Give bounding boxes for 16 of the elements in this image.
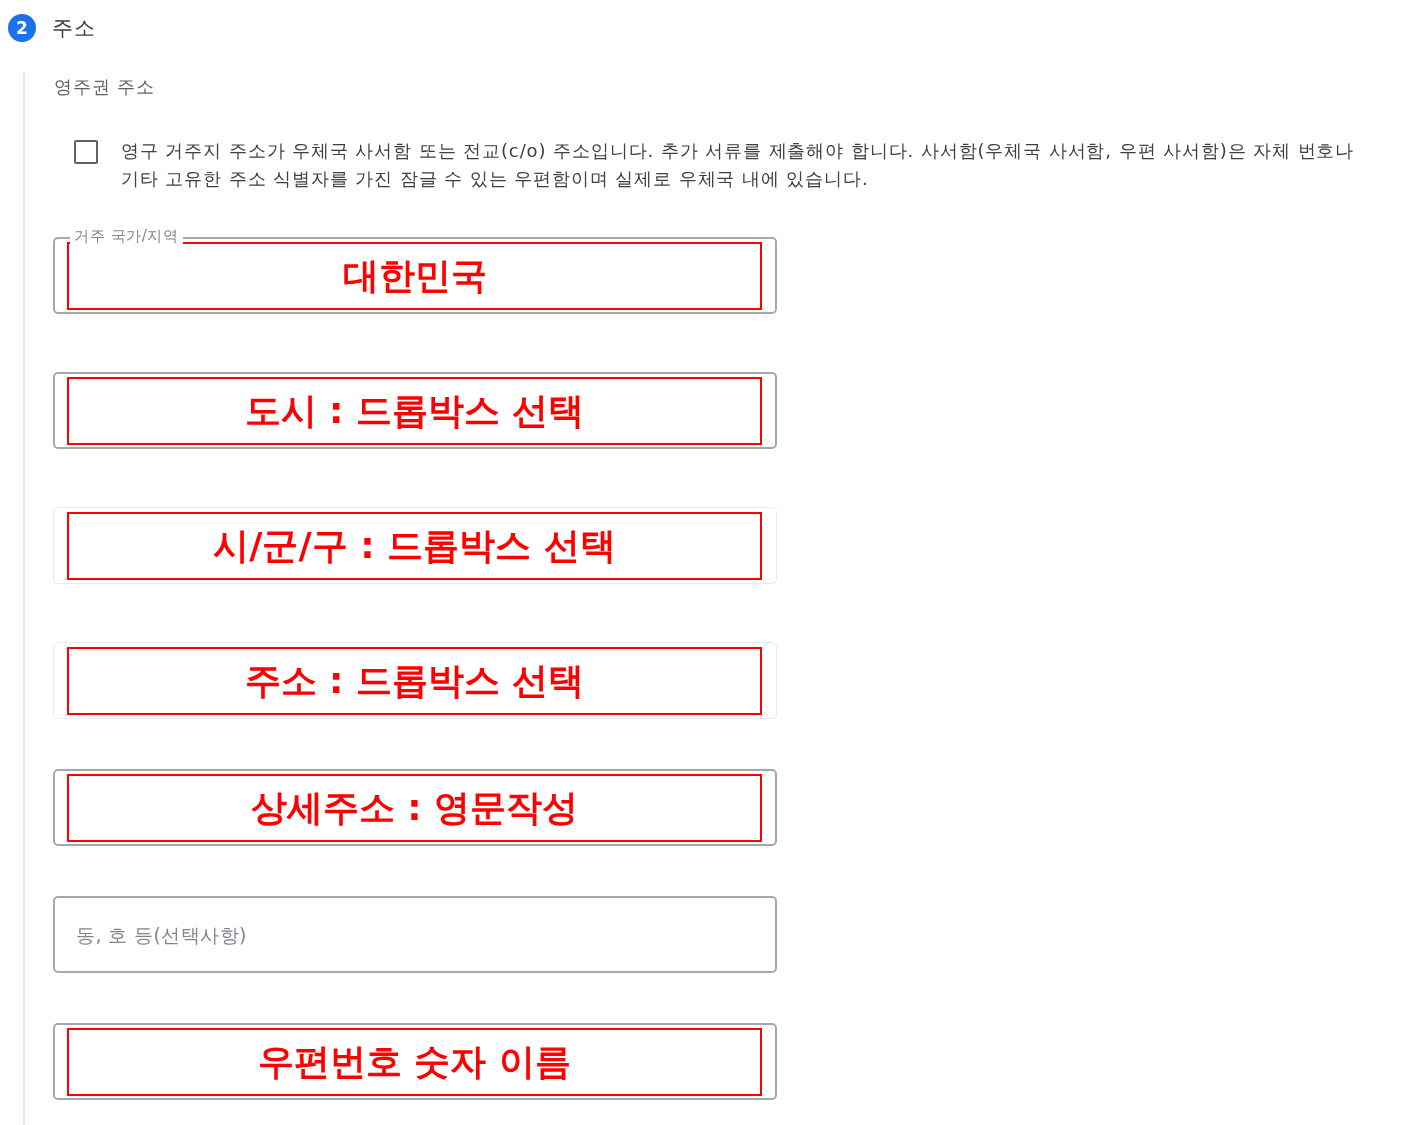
- annotation-label: 대한민국: [67, 242, 762, 310]
- input-field[interactable]: 도시 : 드롭박스 선택: [53, 372, 777, 449]
- step-number-badge: 2: [8, 14, 36, 42]
- field-label: 거주 국가/지역: [70, 228, 183, 244]
- annotation-label: 상세주소 : 영문작성: [67, 774, 762, 842]
- annotation-label: 도시 : 드롭박스 선택: [67, 377, 762, 445]
- annotation-label: 시/군/구 : 드롭박스 선택: [67, 512, 762, 580]
- annotation-label: 우편번호 숫자 이름: [67, 1028, 762, 1096]
- input-field[interactable]: 동, 호 등(선택사항): [53, 896, 777, 973]
- input-field[interactable]: 상세주소 : 영문작성: [53, 769, 777, 846]
- checkbox-label: 영구 거주지 주소가 우체국 사서함 또는 전교(c/o) 주소입니다. 추가 서류를 제출해야 합니다. 사서함(우체국 사서함, 우편 사서함)은 자체 번호나 기타 고유한 주소 식별자를 가진 잠글 수 있는 우편함이며 실제로 우체국 내에 있습니다.: [121, 139, 1356, 191]
- step-title: 주소: [52, 15, 95, 42]
- annotation-label: 주소 : 드롭박스 선택: [67, 647, 762, 715]
- section-title: 영주권 주소: [54, 77, 155, 97]
- checkbox[interactable]: [74, 140, 98, 164]
- input-field[interactable]: 우편번호 숫자 이름: [53, 1023, 777, 1100]
